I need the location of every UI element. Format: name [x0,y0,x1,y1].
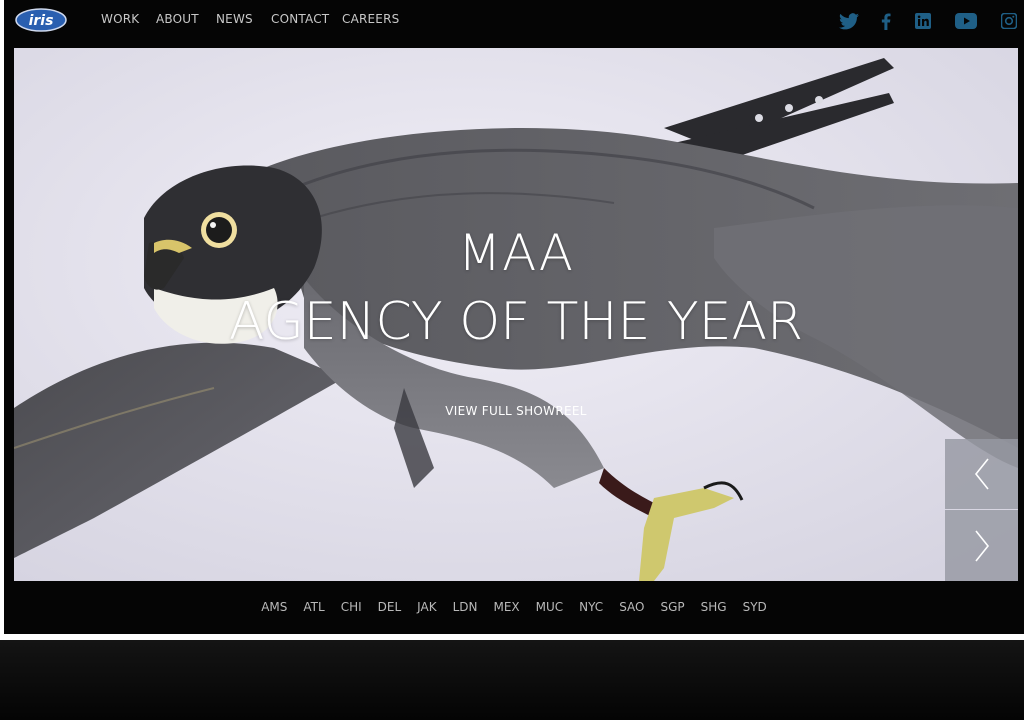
chevron-left-icon [974,458,989,490]
office-link[interactable]: DEL [370,600,410,620]
nav-news[interactable]: NEWS [216,12,253,28]
chevron-right-icon [974,530,989,561]
carousel-next-button[interactable] [945,510,1018,581]
office-link[interactable]: LDN [445,600,486,620]
hero-headline-line1: MAA [458,224,574,282]
lower-page-area [0,640,1024,720]
twitter-icon[interactable] [838,11,860,31]
office-link[interactable]: ATL [295,600,332,620]
linkedin-icon[interactable] [913,11,933,31]
svg-text:iris: iris [29,13,54,29]
office-link[interactable]: SGP [652,600,692,620]
office-link[interactable]: SYD [735,600,775,620]
nav-work[interactable]: WORK [101,12,139,28]
hero-headline-line2: AGENCY OF THE YEAR [228,292,804,352]
nav-contact[interactable]: CONTACT [271,12,329,28]
facebook-icon[interactable] [878,11,894,31]
instagram-icon[interactable] [1000,11,1018,31]
office-locations: AMS ATL CHI DEL JAK LDN MEX MUC NYC SAO … [4,600,1024,620]
view-showreel-link[interactable]: VIEW FULL SHOWREEL [14,404,1018,418]
office-link[interactable]: MUC [528,600,572,620]
office-link[interactable]: SHG [693,600,735,620]
top-navigation: iris WORK ABOUT NEWS CONTACT CAREERS [4,0,1024,48]
nav-about[interactable]: ABOUT [156,12,199,28]
iris-logo[interactable]: iris [14,7,68,33]
office-link[interactable]: JAK [409,600,444,620]
office-link[interactable]: CHI [333,600,370,620]
hero-slide[interactable]: MAA AGENCY OF THE YEAR VIEW FULL SHOWREE… [14,48,1018,581]
site-container: iris WORK ABOUT NEWS CONTACT CAREERS MAA… [4,0,1024,634]
office-link[interactable]: NYC [571,600,611,620]
carousel-prev-button[interactable] [945,439,1018,509]
office-link[interactable]: SAO [611,600,652,620]
nav-careers[interactable]: CAREERS [342,12,399,28]
office-link[interactable]: AMS [253,600,295,620]
youtube-icon[interactable] [954,11,978,31]
office-link[interactable]: MEX [485,600,527,620]
